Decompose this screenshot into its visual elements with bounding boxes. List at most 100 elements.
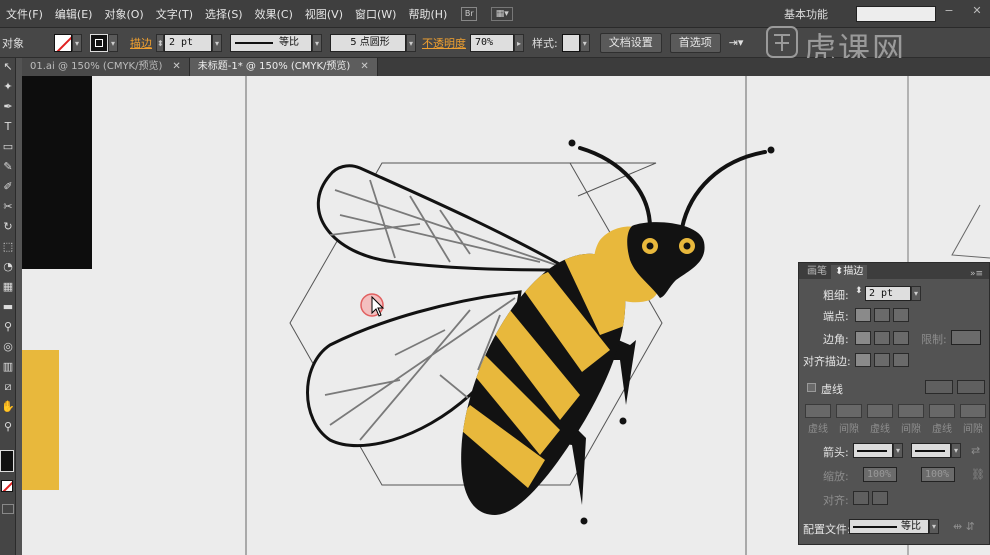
pencil-tool-icon[interactable]: ✎ xyxy=(0,158,16,176)
stroke-weight-label[interactable]: 描边 xyxy=(130,35,152,51)
free-transform-tool-icon[interactable]: ⬚ xyxy=(0,238,16,256)
selection-tool-icon[interactable]: ↖ xyxy=(0,58,16,76)
hand-tool-icon[interactable]: ✋ xyxy=(0,398,16,416)
weight-field[interactable]: 2 pt xyxy=(865,286,911,301)
slice-tool-icon[interactable]: ⧄ xyxy=(0,378,16,396)
limit-field[interactable] xyxy=(951,330,981,345)
round-join-icon[interactable] xyxy=(874,331,890,345)
weight-dropdown-icon[interactable]: ▾ xyxy=(911,286,921,301)
align-outside-icon[interactable] xyxy=(893,353,909,367)
align-inside-icon[interactable] xyxy=(874,353,890,367)
variable-width-profile[interactable]: 等比 xyxy=(230,33,312,52)
magic-wand-tool-icon[interactable]: ✦ xyxy=(0,78,16,96)
bevel-join-icon[interactable] xyxy=(893,331,909,345)
brush-tool-icon[interactable]: ✐ xyxy=(0,178,16,196)
start-arrow-dropdown-icon[interactable]: ▾ xyxy=(893,443,903,458)
screen-mode-icon[interactable] xyxy=(2,504,14,514)
workspace-switcher[interactable]: 基本功能 xyxy=(784,6,828,22)
align-options-icon[interactable]: ⇥▾ xyxy=(729,36,744,49)
arrange-documents-icon[interactable]: ▦▾ xyxy=(491,6,514,21)
pen-tool-icon[interactable]: ✒ xyxy=(0,98,16,116)
tab-stroke[interactable]: ⬍描边 xyxy=(831,265,868,279)
rotate-tool-icon[interactable]: ↻ xyxy=(0,218,16,236)
eyedropper-tool-icon[interactable]: ⚲ xyxy=(0,318,16,336)
opacity-dropdown-icon[interactable]: ▸ xyxy=(514,33,524,52)
fill-dropdown-icon[interactable]: ▾ xyxy=(72,33,82,52)
profile-dropdown-icon[interactable]: ▾ xyxy=(312,33,322,52)
butt-cap-icon[interactable] xyxy=(855,308,871,322)
style-dropdown-icon[interactable]: ▾ xyxy=(579,33,590,52)
zoom-tool-icon[interactable]: ⚲ xyxy=(0,418,16,436)
bridge-button[interactable]: Br xyxy=(461,6,478,21)
end-scale-field[interactable]: 100% xyxy=(921,467,955,482)
menu-help[interactable]: 帮助(H) xyxy=(402,6,453,22)
none-color-icon[interactable] xyxy=(1,480,13,492)
brush-definition[interactable]: 5 点圆形 xyxy=(330,33,406,52)
preferences-button[interactable]: 首选项 xyxy=(669,32,721,53)
opacity-field[interactable]: 70% xyxy=(470,33,514,52)
preserve-dash-icon[interactable] xyxy=(925,380,953,394)
end-arrowhead-select[interactable] xyxy=(911,443,951,458)
stroke-swatch[interactable] xyxy=(90,33,108,52)
mesh-tool-icon[interactable]: ▦ xyxy=(0,278,16,296)
arrow-extend-icon[interactable] xyxy=(853,491,869,505)
menu-type[interactable]: 文字(T) xyxy=(150,6,199,22)
profile-dropdown-icon[interactable]: ▾ xyxy=(929,519,939,534)
start-arrowhead-select[interactable] xyxy=(853,443,893,458)
opacity-label[interactable]: 不透明度 xyxy=(422,35,466,51)
dash-field[interactable] xyxy=(867,404,893,418)
panel-menu-icon[interactable]: »≡ xyxy=(970,269,983,279)
gap-field[interactable] xyxy=(898,404,924,418)
tab-01-ai[interactable]: 01.ai @ 150% (CMYK/预览) ✕ xyxy=(22,58,190,76)
menu-view[interactable]: 视图(V) xyxy=(299,6,349,22)
gap-field[interactable] xyxy=(960,404,986,418)
tab-brushes[interactable]: 画笔 xyxy=(803,265,831,279)
type-tool-icon[interactable]: T xyxy=(0,118,16,136)
stroke-stepper-icon[interactable]: ⬍ xyxy=(156,33,164,52)
align-center-icon[interactable] xyxy=(855,353,871,367)
end-arrow-dropdown-icon[interactable]: ▾ xyxy=(951,443,961,458)
align-dash-icon[interactable] xyxy=(957,380,985,394)
rectangle-tool-icon[interactable]: ▭ xyxy=(0,138,16,156)
menu-window[interactable]: 窗口(W) xyxy=(349,6,402,22)
projecting-cap-icon[interactable] xyxy=(893,308,909,322)
shape-builder-tool-icon[interactable]: ◔ xyxy=(0,258,16,276)
blend-tool-icon[interactable]: ◎ xyxy=(0,338,16,356)
gap-field[interactable] xyxy=(836,404,862,418)
minimize-icon[interactable]: − xyxy=(940,4,958,20)
tab-untitled-1[interactable]: 未标题-1* @ 150% (CMYK/预览) ✕ xyxy=(189,58,378,76)
dash-field[interactable] xyxy=(805,404,831,418)
flip-profile-icon[interactable]: ⇹ ⇵ xyxy=(953,520,975,533)
gradient-tool-icon[interactable]: ▬ xyxy=(0,298,16,316)
scissors-tool-icon[interactable]: ✂ xyxy=(0,198,16,216)
miter-join-icon[interactable] xyxy=(855,331,871,345)
stroke-dropdown-icon[interactable]: ▾ xyxy=(108,33,118,52)
close-icon[interactable]: ✕ xyxy=(968,4,986,20)
menu-file[interactable]: 文件(F) xyxy=(0,6,49,22)
dash-field[interactable] xyxy=(929,404,955,418)
menu-select[interactable]: 选择(S) xyxy=(199,6,249,22)
start-scale-field[interactable]: 100% xyxy=(863,467,897,482)
round-cap-icon[interactable] xyxy=(874,308,890,322)
close-tab-icon[interactable]: ✕ xyxy=(360,61,368,72)
graphic-style-swatch[interactable] xyxy=(561,33,580,52)
dashed-line-checkbox[interactable] xyxy=(807,383,816,392)
fill-swatch[interactable] xyxy=(54,33,72,52)
arrow-place-icon[interactable] xyxy=(872,491,888,505)
menu-edit[interactable]: 编辑(E) xyxy=(49,6,99,22)
document-setup-button[interactable]: 文档设置 xyxy=(599,32,662,53)
antenna-left xyxy=(578,146,652,230)
brush-dropdown-icon[interactable]: ▾ xyxy=(406,33,416,52)
help-search-input[interactable] xyxy=(856,6,936,22)
stroke-weight-dropdown-icon[interactable]: ▾ xyxy=(212,33,222,52)
link-scale-icon[interactable]: ⛓ xyxy=(971,468,985,481)
stroke-color-icon[interactable] xyxy=(0,450,14,472)
graph-tool-icon[interactable]: ▥ xyxy=(0,358,16,376)
menu-object[interactable]: 对象(O) xyxy=(98,6,149,22)
profile-select[interactable]: 等比 xyxy=(849,519,929,534)
swap-arrows-icon[interactable]: ⇄ xyxy=(971,444,980,457)
menu-effect[interactable]: 效果(C) xyxy=(249,6,299,22)
weight-stepper-icon[interactable]: ⬍ xyxy=(855,286,863,296)
close-tab-icon[interactable]: ✕ xyxy=(172,61,180,72)
stroke-weight-field[interactable]: 2 pt xyxy=(164,33,212,52)
